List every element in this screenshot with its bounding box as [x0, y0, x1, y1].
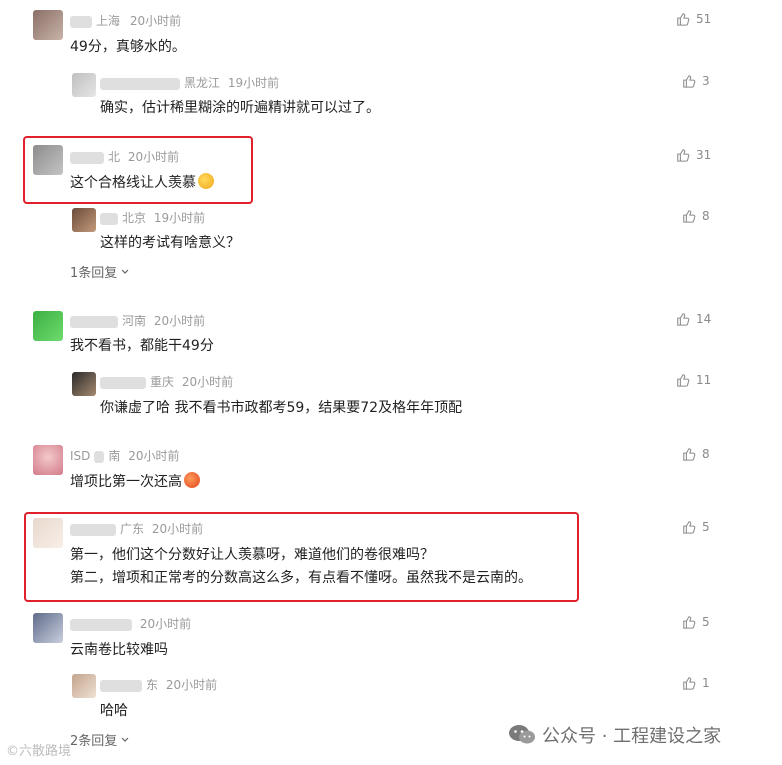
comment-meta: 重庆 20小时前 [100, 373, 233, 390]
replies-count: 2条回复 [70, 734, 118, 749]
comment-text: 这个合格线让人羡慕 [70, 172, 214, 192]
timestamp: 19小时前 [227, 76, 280, 90]
replies-count: 1条回复 [70, 266, 118, 281]
timestamp: 20小时前 [127, 150, 180, 164]
thumbs-up-icon [683, 677, 696, 690]
reply-text: 哈哈 [100, 703, 128, 719]
view-replies-link[interactable]: 2条回复 [70, 730, 130, 749]
location: 广东 [120, 522, 145, 536]
location: 东 [146, 678, 159, 692]
comment-meta: ISD 南 20小时前 [70, 447, 180, 464]
thumbs-up-icon [683, 75, 696, 88]
like-count: 11 [696, 373, 712, 387]
wechat-icon [509, 725, 535, 744]
comment-meta: 广东 20小时前 [70, 520, 203, 537]
thumbs-up-icon [683, 210, 696, 223]
reply-text: 确实，估计稀里糊涂的听遍精讲就可以过了。 [100, 100, 380, 116]
thumbs-up-icon [683, 616, 696, 629]
like-count: 8 [702, 209, 710, 223]
comment-meta: 上海 20小时前 [70, 12, 181, 29]
reply-text: 这样的考试有啥意义？ [100, 235, 240, 251]
comment-text-line2: 第二，增项和正常考的分数高这么多，有点看不懂呀。虽然我不是云南的。 [70, 570, 532, 586]
comment-text-content: 这个合格线让人羡慕 [70, 175, 196, 191]
like-button[interactable]: 1 [682, 676, 710, 690]
chevron-down-icon [121, 737, 129, 742]
watermark-label: 公众号 · 工程建设之家 [542, 726, 722, 747]
like-count: 31 [696, 148, 712, 162]
like-button[interactable]: 11 [676, 373, 711, 387]
thumbs-up-icon [677, 374, 690, 387]
comment-text-line1: 第一，他们这个分数好让人羡慕呀，难道他们的卷很难吗？ [70, 547, 434, 563]
avatar[interactable] [33, 445, 63, 475]
chevron-down-icon [121, 269, 129, 274]
comment-meta: 河南 20小时前 [70, 312, 205, 329]
avatar[interactable] [33, 145, 63, 175]
like-button[interactable]: 8 [682, 447, 710, 461]
avatar[interactable] [33, 518, 63, 548]
reply-text: 你谦虚了哈 我不看书市政都考59，结果要72及格年年顶配 [100, 400, 463, 416]
user-name: ISD [70, 449, 91, 463]
like-count: 51 [696, 12, 712, 26]
avatar[interactable] [33, 613, 63, 643]
like-button[interactable]: 31 [676, 148, 711, 162]
like-button[interactable]: 5 [682, 520, 710, 534]
location: 上海 [96, 14, 121, 28]
like-count: 8 [702, 447, 710, 461]
thumbs-up-icon [683, 448, 696, 461]
timestamp: 20小时前 [165, 678, 218, 692]
avatar[interactable] [72, 208, 96, 232]
like-count: 3 [702, 74, 710, 88]
comment-text: 我不看书，都能干49分 [70, 338, 214, 354]
timestamp: 20小时前 [129, 14, 182, 28]
comment-meta: 北 20小时前 [70, 148, 179, 165]
avatar[interactable] [33, 10, 63, 40]
like-button[interactable]: 3 [682, 74, 710, 88]
comment-text-content: 增项比第一次还高 [70, 474, 182, 490]
timestamp: 20小时前 [128, 449, 180, 463]
like-count: 14 [696, 312, 712, 326]
location: 重庆 [150, 375, 175, 389]
timestamp: 20小时前 [139, 617, 192, 631]
comment-meta: 北京 19小时前 [100, 209, 205, 226]
location: 北京 [122, 211, 147, 225]
like-button[interactable]: 5 [682, 615, 710, 629]
like-button[interactable]: 14 [676, 312, 711, 326]
timestamp: 20小时前 [153, 314, 206, 328]
thumbs-up-icon [683, 521, 696, 534]
grin-emoji-icon [198, 173, 214, 189]
location: 南 [108, 449, 121, 463]
like-count: 5 [702, 615, 710, 629]
location: 黑龙江 [184, 76, 221, 90]
comment-meta: 黑龙江 19小时前 [100, 74, 279, 91]
view-replies-link[interactable]: 1条回复 [70, 262, 130, 281]
like-button[interactable]: 51 [676, 12, 711, 26]
location: 河南 [122, 314, 147, 328]
thumbs-up-icon [677, 149, 690, 162]
corner-watermark: ©六散路境 [6, 744, 72, 759]
comment-meta: 东 20小时前 [100, 676, 217, 693]
like-count: 1 [702, 676, 710, 690]
timestamp: 20小时前 [181, 375, 234, 389]
angry-emoji-icon [184, 472, 200, 488]
avatar[interactable] [72, 73, 96, 97]
comment-text: 49分，真够水的。 [70, 39, 186, 55]
avatar[interactable] [72, 372, 96, 396]
avatar[interactable] [72, 674, 96, 698]
like-button[interactable]: 8 [682, 209, 710, 223]
comment-text: 增项比第一次还高 [70, 471, 200, 491]
avatar[interactable] [33, 311, 63, 341]
comment-meta: 20小时前 [70, 615, 191, 632]
wechat-watermark: 公众号 · 工程建设之家 [508, 722, 721, 748]
timestamp: 20小时前 [151, 522, 204, 536]
thumbs-up-icon [677, 313, 690, 326]
timestamp: 19小时前 [153, 211, 206, 225]
thumbs-up-icon [677, 13, 690, 26]
like-count: 5 [702, 520, 710, 534]
comment-text: 云南卷比较难吗 [70, 642, 168, 658]
location: 北 [108, 150, 121, 164]
